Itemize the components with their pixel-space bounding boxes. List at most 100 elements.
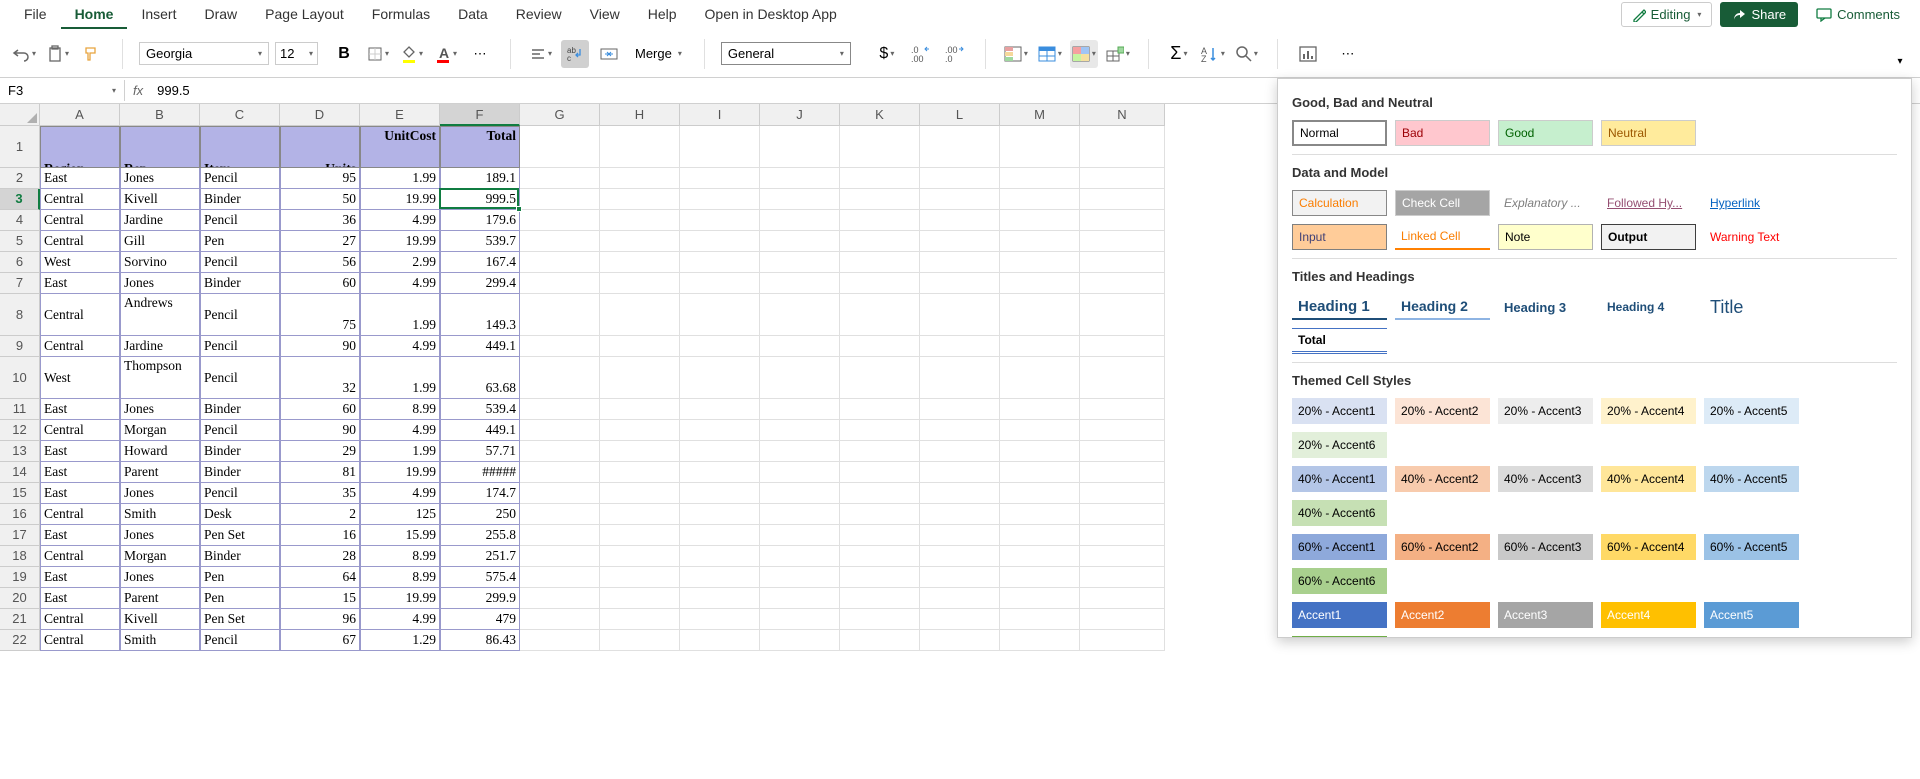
style-accent3[interactable]: Accent3 xyxy=(1498,602,1593,628)
cell-L19[interactable] xyxy=(920,567,1000,588)
cell-M11[interactable] xyxy=(1000,399,1080,420)
row-header-17[interactable]: 17 xyxy=(0,525,40,546)
cell-C3[interactable]: Binder xyxy=(200,189,280,210)
cell-B7[interactable]: Jones xyxy=(120,273,200,294)
row-header-21[interactable]: 21 xyxy=(0,609,40,630)
col-header-H[interactable]: H xyxy=(600,104,680,126)
cell-B4[interactable]: Jardine xyxy=(120,210,200,231)
cell-D13[interactable]: 29 xyxy=(280,441,360,462)
cell-F7[interactable]: 299.4 xyxy=(440,273,520,294)
col-header-E[interactable]: E xyxy=(360,104,440,126)
row-header-13[interactable]: 13 xyxy=(0,441,40,462)
cell-K8[interactable] xyxy=(840,294,920,336)
cell-L15[interactable] xyxy=(920,483,1000,504)
cell-J13[interactable] xyxy=(760,441,840,462)
cell-E21[interactable]: 4.99 xyxy=(360,609,440,630)
cell-E4[interactable]: 4.99 xyxy=(360,210,440,231)
cell-N8[interactable] xyxy=(1080,294,1165,336)
cell-G21[interactable] xyxy=(520,609,600,630)
cell-E18[interactable]: 8.99 xyxy=(360,546,440,567)
cell-J3[interactable] xyxy=(760,189,840,210)
cell-I20[interactable] xyxy=(680,588,760,609)
cell-L10[interactable] xyxy=(920,357,1000,399)
cell-M17[interactable] xyxy=(1000,525,1080,546)
style-20-accent5[interactable]: 20% - Accent5 xyxy=(1704,398,1799,424)
cell-J10[interactable] xyxy=(760,357,840,399)
cell-C4[interactable]: Pencil xyxy=(200,210,280,231)
cell-N2[interactable] xyxy=(1080,168,1165,189)
cell-A5[interactable]: Central xyxy=(40,231,120,252)
share-button[interactable]: Share xyxy=(1720,2,1798,27)
row-header-18[interactable]: 18 xyxy=(0,546,40,567)
cell-J16[interactable] xyxy=(760,504,840,525)
undo-button[interactable]: ▾ xyxy=(10,40,38,68)
cell-F12[interactable]: 449.1 xyxy=(440,420,520,441)
cell-E7[interactable]: 4.99 xyxy=(360,273,440,294)
style-40-accent4[interactable]: 40% - Accent4 xyxy=(1601,466,1696,492)
row-header-12[interactable]: 12 xyxy=(0,420,40,441)
cell-C15[interactable]: Pencil xyxy=(200,483,280,504)
cell-A1[interactable]: Region xyxy=(40,126,120,168)
cell-I18[interactable] xyxy=(680,546,760,567)
cell-M8[interactable] xyxy=(1000,294,1080,336)
cell-C14[interactable]: Binder xyxy=(200,462,280,483)
style-60-accent2[interactable]: 60% - Accent2 xyxy=(1395,534,1490,560)
cell-A17[interactable]: East xyxy=(40,525,120,546)
cell-C20[interactable]: Pen xyxy=(200,588,280,609)
cell-B6[interactable]: Sorvino xyxy=(120,252,200,273)
cell-K12[interactable] xyxy=(840,420,920,441)
name-box[interactable]: F3▾ xyxy=(0,80,125,101)
style-good[interactable]: Good xyxy=(1498,120,1593,146)
increase-decimal-button[interactable]: .00.0 xyxy=(941,40,969,68)
cell-A12[interactable]: Central xyxy=(40,420,120,441)
cell-I7[interactable] xyxy=(680,273,760,294)
cell-G18[interactable] xyxy=(520,546,600,567)
more-commands-button[interactable]: ⋯ xyxy=(1334,40,1362,68)
merge-button-icon[interactable] xyxy=(595,40,623,68)
cell-E3[interactable]: 19.99 xyxy=(360,189,440,210)
cell-C13[interactable]: Binder xyxy=(200,441,280,462)
cell-H17[interactable] xyxy=(600,525,680,546)
row-header-20[interactable]: 20 xyxy=(0,588,40,609)
style-40-accent5[interactable]: 40% - Accent5 xyxy=(1704,466,1799,492)
cell-B11[interactable]: Jones xyxy=(120,399,200,420)
cell-E2[interactable]: 1.99 xyxy=(360,168,440,189)
cell-D1[interactable]: Units xyxy=(280,126,360,168)
cell-C8[interactable]: Pencil xyxy=(200,294,280,336)
row-header-19[interactable]: 19 xyxy=(0,567,40,588)
cell-I22[interactable] xyxy=(680,630,760,651)
insert-cells-button[interactable]: ▾ xyxy=(1104,40,1132,68)
cell-M3[interactable] xyxy=(1000,189,1080,210)
cell-D19[interactable]: 64 xyxy=(280,567,360,588)
cell-G13[interactable] xyxy=(520,441,600,462)
row-header-1[interactable]: 1 xyxy=(0,126,40,168)
cell-H22[interactable] xyxy=(600,630,680,651)
cell-M18[interactable] xyxy=(1000,546,1080,567)
style-normal[interactable]: Normal xyxy=(1292,120,1387,146)
cell-J21[interactable] xyxy=(760,609,840,630)
cell-G9[interactable] xyxy=(520,336,600,357)
style-note[interactable]: Note xyxy=(1498,224,1593,250)
cell-F14[interactable]: ##### xyxy=(440,462,520,483)
cell-N7[interactable] xyxy=(1080,273,1165,294)
cell-M19[interactable] xyxy=(1000,567,1080,588)
cell-D18[interactable]: 28 xyxy=(280,546,360,567)
cell-H13[interactable] xyxy=(600,441,680,462)
cell-I21[interactable] xyxy=(680,609,760,630)
cell-H4[interactable] xyxy=(600,210,680,231)
cell-F19[interactable]: 575.4 xyxy=(440,567,520,588)
cell-L6[interactable] xyxy=(920,252,1000,273)
cell-L7[interactable] xyxy=(920,273,1000,294)
cell-L11[interactable] xyxy=(920,399,1000,420)
cell-N9[interactable] xyxy=(1080,336,1165,357)
cell-F3[interactable]: 999.5 xyxy=(440,189,520,210)
cell-F17[interactable]: 255.8 xyxy=(440,525,520,546)
style-input[interactable]: Input xyxy=(1292,224,1387,250)
style-60-accent6[interactable]: 60% - Accent6 xyxy=(1292,568,1387,594)
cell-C9[interactable]: Pencil xyxy=(200,336,280,357)
cell-C1[interactable]: Item xyxy=(200,126,280,168)
cell-D21[interactable]: 96 xyxy=(280,609,360,630)
style-60-accent4[interactable]: 60% - Accent4 xyxy=(1601,534,1696,560)
cell-J14[interactable] xyxy=(760,462,840,483)
cell-F18[interactable]: 251.7 xyxy=(440,546,520,567)
